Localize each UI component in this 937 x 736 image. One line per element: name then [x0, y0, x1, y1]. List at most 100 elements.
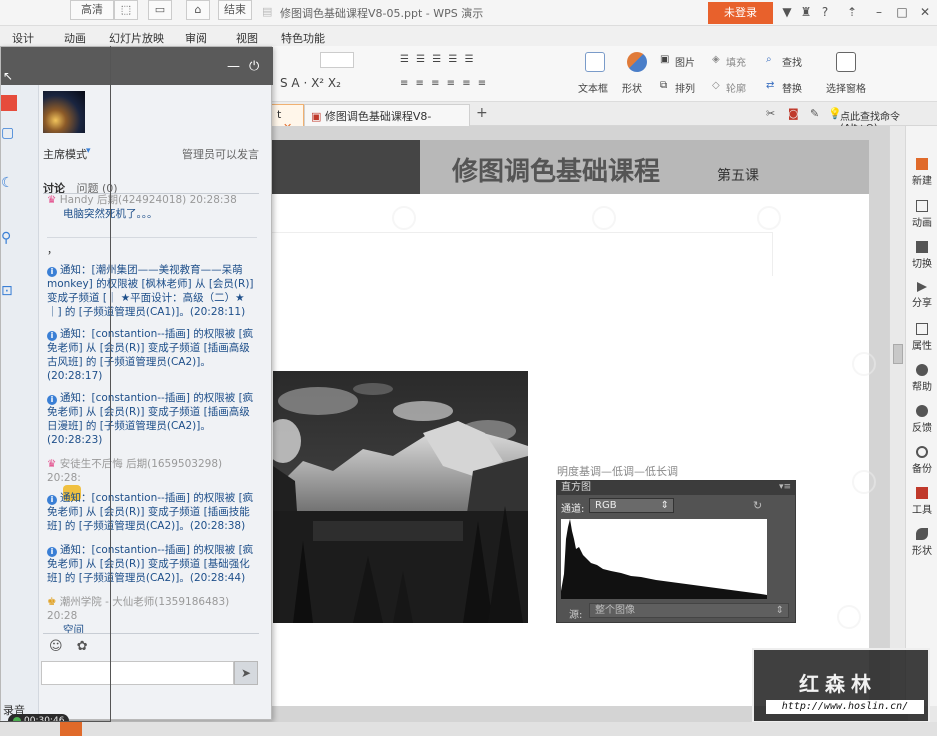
- landscape-photo[interactable]: [273, 371, 528, 623]
- source-select[interactable]: 整个图像 ⇕: [589, 603, 789, 618]
- message-text: 通知：[潮州集团——美视教育——呆萌monkey] 的权限被 [枫林老师] 从 …: [47, 264, 254, 318]
- textbox-label[interactable]: 文本框: [578, 80, 608, 95]
- select-pane-icon[interactable]: [836, 52, 856, 72]
- minimize-ribbon-icon[interactable]: ⇡: [843, 4, 861, 20]
- new-icon: [916, 158, 928, 170]
- vertical-scrollbar[interactable]: [889, 126, 905, 706]
- power-icon[interactable]: ⏻: [249, 59, 259, 74]
- shapes-icon: [916, 528, 928, 540]
- message-sender: 安徒生不后悔 后期(1659503298) 20:28:: [47, 458, 223, 484]
- login-button[interactable]: 未登录: [708, 2, 773, 24]
- select-pane-label[interactable]: 选择窗格: [826, 80, 866, 95]
- window-icon[interactable]: ▭: [148, 0, 172, 20]
- refresh-icon[interactable]: ↻: [753, 499, 762, 512]
- sidebar-item-animation-label: 动画: [912, 218, 932, 229]
- record-icon[interactable]: ◙: [788, 107, 799, 120]
- chat-left-rail: ▢ ☾ ⚲ ⊡: [1, 85, 39, 721]
- courseware-icon[interactable]: ▢: [1, 125, 14, 141]
- sidebar-item-backup[interactable]: 备份: [906, 446, 937, 475]
- emoji-picker-icon[interactable]: ☺: [49, 639, 63, 654]
- screen-share-icon[interactable]: ⊡: [1, 283, 13, 299]
- minimize-icon[interactable]: –: [870, 4, 888, 20]
- doc-icon: ▤: [262, 5, 273, 18]
- slide-title-dark-block: [272, 140, 420, 194]
- tool-icon[interactable]: ✎: [810, 107, 819, 120]
- shape-icon[interactable]: [627, 52, 647, 72]
- avatar[interactable]: [43, 91, 85, 133]
- minimize-icon[interactable]: —: [227, 59, 240, 74]
- slide-subtitle[interactable]: 第五课: [717, 165, 759, 185]
- font-size-field[interactable]: [320, 52, 354, 68]
- menu-design[interactable]: 设计: [12, 30, 34, 46]
- skin-icon[interactable]: ▼: [778, 4, 796, 20]
- menu-view[interactable]: 视图: [236, 30, 258, 46]
- tab-v8-04[interactable]: ▣ 修图调色基础课程V8-04.ppt ✕: [304, 104, 470, 137]
- close-icon[interactable]: ✕: [916, 4, 934, 20]
- maximize-icon[interactable]: □: [893, 4, 911, 20]
- align-icons[interactable]: ≡ ≡ ≡ ≡ ≡ ≡: [400, 78, 488, 89]
- textbox-icon[interactable]: [585, 52, 605, 72]
- host-mode-label[interactable]: 主席模式: [43, 146, 87, 162]
- chat-tool-icons: ☺ ✿: [49, 639, 88, 654]
- menu-bar: 设计 动画 幻灯片放映 审阅 视图 特色功能: [0, 26, 937, 46]
- list-item: i 通知：[constantion--插画] 的权限被 [疯免老师] 从 [会员(…: [47, 491, 257, 533]
- hd-button[interactable]: 高清: [70, 0, 114, 20]
- pin-icon[interactable]: ✂: [766, 107, 775, 120]
- add-tab-icon[interactable]: +: [476, 105, 488, 121]
- sidebar-item-feedback[interactable]: 反馈: [906, 405, 937, 434]
- shape-label[interactable]: 形状: [622, 80, 642, 95]
- menu-special[interactable]: 特色功能: [281, 30, 325, 46]
- menu-slideshow[interactable]: 幻灯片放映: [109, 30, 164, 46]
- backup-icon: [916, 446, 928, 458]
- sidebar-item-backup-label: 备份: [912, 464, 932, 475]
- font-format-icons[interactable]: S A · X² X₂: [280, 76, 341, 90]
- slide-title[interactable]: 修图调色基础课程: [452, 151, 660, 188]
- admin-note: 管理员可以发言: [182, 148, 259, 161]
- tab-current[interactable]: t ✕: [270, 104, 304, 134]
- outline-label[interactable]: 轮廓: [726, 80, 746, 95]
- message-text: 空间: [63, 624, 84, 633]
- fill-label[interactable]: 填充: [726, 54, 746, 69]
- source-label: 源:: [569, 610, 583, 621]
- sidebar-item-new-label: 新建: [912, 176, 932, 187]
- menu-review[interactable]: 审阅: [185, 30, 207, 46]
- scroll-thumb[interactable]: [893, 344, 903, 364]
- find-label[interactable]: 查找: [782, 54, 802, 69]
- sidebar-item-share[interactable]: 分享: [906, 282, 937, 309]
- sidebar-item-new[interactable]: 新建: [906, 158, 937, 187]
- chevron-down-icon[interactable]: ▾: [86, 146, 91, 156]
- arrange-label[interactable]: 排列: [675, 80, 695, 95]
- send-button[interactable]: ➤: [234, 661, 258, 685]
- sidebar-item-animation[interactable]: 动画: [906, 200, 937, 229]
- red-badge[interactable]: [1, 95, 17, 111]
- sidebar-item-shapes[interactable]: 形状: [906, 528, 937, 557]
- picture-label[interactable]: 图片: [675, 54, 695, 69]
- chat-panel: — ⏻ ↖ ▢ ☾ ⚲ ⊡ 主席模式 ▾ 管理员可以发言 讨论 问题 (0) ♛…: [0, 46, 273, 728]
- card-icon[interactable]: ☾: [1, 175, 14, 191]
- slide-guide-line: [772, 232, 773, 276]
- help-icon[interactable]: ?: [816, 4, 834, 20]
- sidebar-item-properties[interactable]: 属性: [906, 323, 937, 352]
- gift-icon[interactable]: ✿: [77, 639, 88, 654]
- divider: [47, 237, 257, 238]
- panel-menu-icon[interactable]: ▾≡: [779, 482, 791, 492]
- replace-label[interactable]: 替换: [782, 80, 802, 95]
- camera-icon[interactable]: ⚲: [1, 230, 11, 246]
- chat-input[interactable]: [41, 661, 234, 685]
- message-text: 通知：[constantion--插画] 的权限被 [疯免老师] 从 [会员(R…: [47, 392, 254, 446]
- screen-icon[interactable]: ⬚: [114, 0, 138, 20]
- menu-animation[interactable]: 动画: [64, 30, 86, 46]
- watermark-url: http://www.hoslin.cn/: [766, 700, 924, 714]
- histogram-panel[interactable]: 直方图 ▾≡ 通道: RGB ⇕ ↻ 源: 整个图像 ⇕: [556, 480, 796, 623]
- home-icon[interactable]: ⌂: [186, 0, 210, 20]
- sidebar-item-transition[interactable]: 切换: [906, 241, 937, 270]
- sidebar-item-help[interactable]: 帮助: [906, 364, 937, 393]
- channel-select[interactable]: RGB ⇕: [589, 498, 674, 513]
- sidebar-item-tools[interactable]: 工具: [906, 487, 937, 516]
- tab-current-label: t: [277, 108, 282, 121]
- end-button[interactable]: 结束: [218, 0, 252, 20]
- histogram-caption[interactable]: 明度基调—低调—低长调: [557, 463, 678, 479]
- message-list[interactable]: ♛ Handy 后期(424924018) 20:28:38 电脑突然死机了。。…: [43, 193, 261, 633]
- list-format-icons[interactable]: ☰ ☰ ☰ ☰ ☰: [400, 54, 476, 65]
- shirt-icon[interactable]: ♜: [797, 4, 815, 20]
